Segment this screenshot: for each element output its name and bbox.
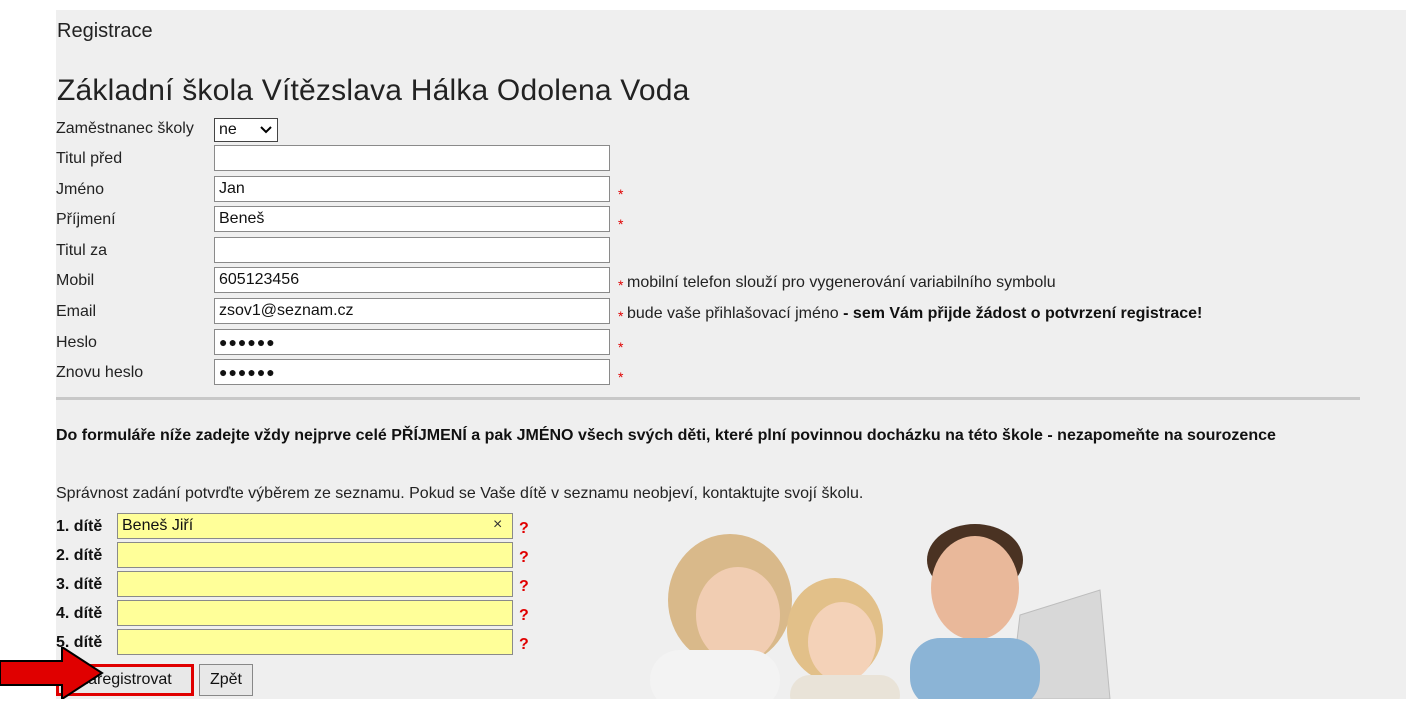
help-icon[interactable]: ? bbox=[519, 549, 529, 567]
help-icon[interactable]: ? bbox=[519, 578, 529, 596]
chevron-down-icon bbox=[259, 119, 273, 147]
child-3-label: 3. dítě bbox=[56, 576, 103, 593]
help-icon[interactable]: ? bbox=[519, 520, 529, 538]
required-mark: * bbox=[618, 339, 624, 355]
password-field[interactable]: ●●●●●● bbox=[214, 329, 610, 355]
back-button[interactable]: Zpět bbox=[199, 664, 253, 696]
child-1-label: 1. dítě bbox=[56, 518, 103, 535]
email-field[interactable]: zsov1@seznam.cz bbox=[214, 298, 610, 324]
title-after-label: Titul za bbox=[56, 242, 107, 259]
employee-select-value: ne bbox=[219, 121, 237, 138]
password-label: Heslo bbox=[56, 334, 97, 351]
employee-select[interactable]: ne bbox=[214, 118, 278, 142]
child-2-label: 2. dítě bbox=[56, 547, 103, 564]
email-note: bude vaše přihlašovací jméno - sem Vám p… bbox=[627, 305, 1202, 323]
title-before-field[interactable] bbox=[214, 145, 610, 171]
mobile-field[interactable]: 605123456 bbox=[214, 267, 610, 293]
family-photo bbox=[620, 520, 1120, 704]
children-hint: Správnost zadání potvrďte výběrem ze sez… bbox=[56, 485, 864, 502]
password-again-label: Znovu heslo bbox=[56, 364, 144, 381]
help-icon[interactable]: ? bbox=[519, 636, 529, 654]
child-1-field[interactable]: Beneš Jiří bbox=[117, 513, 513, 539]
mobile-label: Mobil bbox=[56, 272, 95, 289]
required-mark: * bbox=[618, 369, 624, 385]
pointer-arrow-icon bbox=[0, 645, 104, 704]
divider bbox=[56, 397, 1360, 400]
required-mark: * bbox=[618, 308, 624, 324]
page-title: Základní škola Vítězslava Hálka Odolena … bbox=[57, 74, 690, 107]
title-after-field[interactable] bbox=[214, 237, 610, 263]
last-name-field[interactable]: Beneš bbox=[214, 206, 610, 232]
password-again-field[interactable]: ●●●●●● bbox=[214, 359, 610, 385]
help-icon[interactable]: ? bbox=[519, 607, 529, 625]
children-instructions: Do formuláře níže zadejte vždy nejprve c… bbox=[56, 427, 1276, 444]
breadcrumb: Registrace bbox=[57, 20, 153, 42]
child-3-field[interactable] bbox=[117, 571, 513, 597]
first-name-field[interactable]: Jan bbox=[214, 176, 610, 202]
mobile-note: mobilní telefon slouží pro vygenerování … bbox=[627, 274, 1056, 291]
email-label: Email bbox=[56, 303, 97, 320]
child-4-label: 4. dítě bbox=[56, 605, 103, 622]
employee-label: Zaměstnanec školy bbox=[56, 120, 194, 137]
required-mark: * bbox=[618, 277, 624, 293]
last-name-label: Příjmení bbox=[56, 211, 116, 228]
title-before-label: Titul před bbox=[56, 150, 123, 167]
child-4-field[interactable] bbox=[117, 600, 513, 626]
required-mark: * bbox=[618, 186, 624, 202]
email-note-text: bude vaše přihlašovací jméno bbox=[627, 305, 839, 322]
clear-icon[interactable]: × bbox=[493, 516, 502, 534]
child-2-field[interactable] bbox=[117, 542, 513, 568]
required-mark: * bbox=[618, 216, 624, 232]
first-name-label: Jméno bbox=[56, 181, 105, 198]
email-note-bold: - sem Vám přijde žádost o potvrzení regi… bbox=[843, 305, 1203, 322]
child-5-field[interactable] bbox=[117, 629, 513, 655]
